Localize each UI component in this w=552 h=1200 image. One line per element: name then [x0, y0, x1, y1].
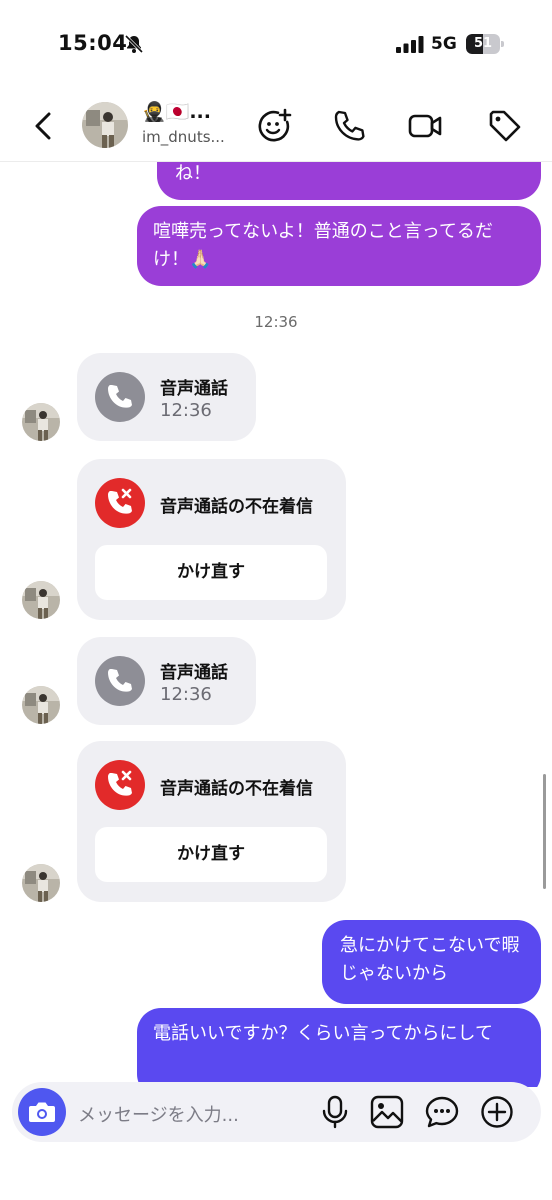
status-bar: 15:04 5G 51 [0, 0, 552, 90]
video-icon[interactable] [407, 108, 443, 144]
avatar[interactable] [22, 403, 60, 441]
camera-button[interactable] [18, 1088, 66, 1136]
sticker-add-icon[interactable] [256, 108, 292, 144]
avatar[interactable] [22, 581, 60, 619]
signal-icon [396, 36, 424, 53]
call-time: 12:36 [160, 400, 212, 421]
message-text: 電話いいですか？くらい言ってからにして [153, 1023, 494, 1044]
call-title: 音声通話の不在着信 [160, 779, 313, 799]
message-input[interactable]: メッセージを入力... [78, 1101, 239, 1127]
call-card[interactable]: 音声通話 12:36 [77, 637, 256, 725]
phone-icon[interactable] [331, 108, 367, 144]
missed-call-icon [95, 760, 145, 810]
plus-circle-icon[interactable] [480, 1095, 514, 1129]
call-back-button[interactable]: かけ直す [95, 827, 327, 882]
call-time: 12:36 [160, 684, 212, 705]
message-composer: メッセージを入力... [12, 1082, 541, 1142]
sent-message[interactable]: 電話いいですか？くらい言ってからにして [137, 1008, 541, 1087]
battery-percent: 51 [473, 36, 493, 51]
missed-call-card[interactable]: 音声通話の不在着信 かけ直す [77, 459, 346, 620]
tag-icon[interactable] [487, 108, 523, 144]
message-text: ね！ [175, 163, 211, 184]
back-chevron-icon[interactable] [28, 106, 60, 146]
phone-icon [95, 372, 145, 422]
scrollbar[interactable] [543, 774, 546, 889]
camera-icon [29, 1102, 55, 1122]
chat-dots-icon[interactable] [425, 1095, 459, 1129]
microphone-icon[interactable] [318, 1095, 352, 1129]
missed-call-icon [95, 478, 145, 528]
avatar[interactable] [82, 102, 128, 148]
message-text: 喧嘩売ってないよ！普通のこと言ってるだけ！🙏🏻 [153, 221, 493, 270]
call-back-button[interactable]: かけ直す [95, 545, 327, 600]
call-title: 音声通話の不在着信 [160, 497, 313, 517]
display-name[interactable]: 🥷🇯🇵... [142, 100, 211, 123]
battery-icon: 51 [466, 34, 504, 54]
image-icon[interactable] [370, 1095, 404, 1129]
network-label: 5G [431, 34, 457, 54]
sent-message[interactable]: 急にかけてこないで暇じゃないから [322, 920, 541, 1004]
bell-slash-icon [124, 34, 144, 54]
timestamp: 12:36 [254, 313, 298, 331]
sent-message[interactable]: ね！ [157, 162, 541, 200]
call-title: 音声通話 [160, 379, 228, 399]
call-title: 音声通話 [160, 663, 228, 683]
avatar[interactable] [22, 864, 60, 902]
username[interactable]: im_dnuts... [142, 128, 225, 146]
phone-icon [95, 656, 145, 706]
avatar[interactable] [22, 686, 60, 724]
clock: 15:04 [58, 31, 128, 55]
message-list[interactable]: ね！ 喧嘩売ってないよ！普通のこと言ってるだけ！🙏🏻 12:36 音声通話 12… [0, 162, 552, 1087]
call-card[interactable]: 音声通話 12:36 [77, 353, 256, 441]
sent-message[interactable]: 喧嘩売ってないよ！普通のこと言ってるだけ！🙏🏻 [137, 206, 541, 286]
missed-call-card[interactable]: 音声通話の不在着信 かけ直す [77, 741, 346, 902]
message-text: 急にかけてこないで暇じゃないから [340, 935, 520, 984]
chat-header: 🥷🇯🇵... im_dnuts... [0, 90, 552, 162]
